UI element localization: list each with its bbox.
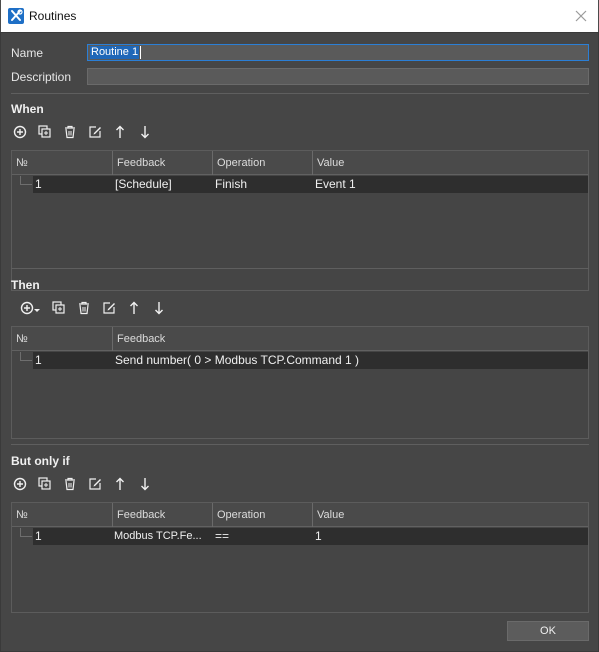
routine-editor: Name Routine 1 Description When № Feedba…	[0, 32, 599, 652]
copy-icon[interactable]	[36, 475, 54, 493]
row-feedback: Send number( 0 > Modbus TCP.Command 1 )	[115, 353, 360, 367]
add-icon[interactable]	[11, 475, 29, 493]
edit-icon[interactable]	[86, 123, 104, 141]
row-number: 1	[35, 177, 42, 191]
when-toolbar	[11, 123, 161, 141]
tree-connector	[20, 352, 32, 361]
edit-icon[interactable]	[86, 475, 104, 493]
but-only-if-grid-header: № Feedback Operation Value	[12, 503, 588, 527]
add-dropdown-icon[interactable]	[19, 299, 43, 317]
column-header-value[interactable]: Value	[313, 151, 588, 175]
column-header-operation[interactable]: Operation	[213, 503, 313, 527]
then-grid-header: № Feedback	[12, 327, 588, 351]
row-value: Event 1	[315, 177, 356, 191]
divider	[11, 93, 589, 94]
row-number: 1	[35, 529, 42, 543]
row-operation: Finish	[215, 177, 248, 191]
text-caret	[140, 46, 141, 59]
then-section-title: Then	[11, 278, 40, 292]
column-header-number[interactable]: №	[12, 327, 113, 351]
column-header-number[interactable]: №	[12, 151, 113, 175]
column-header-operation[interactable]: Operation	[213, 151, 313, 175]
routines-app-icon	[8, 8, 24, 24]
delete-icon[interactable]	[75, 299, 93, 317]
edit-icon[interactable]	[100, 299, 118, 317]
arrow-down-icon[interactable]	[136, 123, 154, 141]
then-grid[interactable]: № Feedback 1 Send number( 0 > Modbus TCP…	[11, 326, 589, 439]
description-field[interactable]	[87, 68, 589, 85]
table-row[interactable]: 1 Modbus TCP.Fe... == 1	[33, 528, 588, 545]
window-title: Routines	[29, 9, 77, 23]
then-toolbar	[19, 299, 169, 317]
row-feedback: [Schedule]	[115, 177, 172, 191]
column-header-value[interactable]: Value	[313, 503, 588, 527]
column-header-feedback[interactable]: Feedback	[113, 503, 213, 527]
arrow-down-icon[interactable]	[150, 299, 168, 317]
tree-connector	[20, 176, 32, 185]
name-label: Name	[11, 46, 44, 60]
arrow-up-icon[interactable]	[111, 475, 129, 493]
divider	[11, 444, 589, 445]
arrow-up-icon[interactable]	[125, 299, 143, 317]
tree-connector	[20, 528, 32, 537]
row-number: 1	[35, 353, 42, 367]
description-label: Description	[11, 70, 72, 84]
ok-button[interactable]: OK	[507, 621, 589, 641]
column-header-feedback[interactable]: Feedback	[113, 151, 213, 175]
when-grid[interactable]: № Feedback Operation Value 1 [Schedule] …	[11, 150, 589, 291]
but-only-if-grid[interactable]: № Feedback Operation Value 1 Modbus TCP.…	[11, 502, 589, 613]
arrow-up-icon[interactable]	[111, 123, 129, 141]
add-icon[interactable]	[11, 123, 29, 141]
when-grid-header: № Feedback Operation Value	[12, 151, 588, 175]
row-feedback: Modbus TCP.Fe...	[114, 530, 202, 542]
but-only-if-section-title: But only if	[11, 454, 70, 468]
when-section-title: When	[11, 102, 44, 116]
column-header-number[interactable]: №	[12, 503, 113, 527]
name-value: Routine 1	[90, 46, 140, 59]
column-header-feedback[interactable]: Feedback	[113, 327, 588, 351]
row-operation: ==	[215, 529, 230, 543]
title-bar: Routines	[0, 0, 599, 32]
arrow-down-icon[interactable]	[136, 475, 154, 493]
copy-icon[interactable]	[36, 123, 54, 141]
table-row[interactable]: 1 Send number( 0 > Modbus TCP.Command 1 …	[33, 352, 588, 369]
delete-icon[interactable]	[61, 123, 79, 141]
divider	[11, 268, 589, 269]
name-field[interactable]: Routine 1	[87, 44, 589, 61]
delete-icon[interactable]	[61, 475, 79, 493]
table-row[interactable]: 1 [Schedule] Finish Event 1	[33, 176, 588, 193]
but-only-if-toolbar	[11, 475, 161, 493]
row-value: 1	[315, 529, 322, 543]
copy-icon[interactable]	[50, 299, 68, 317]
close-icon[interactable]	[572, 7, 590, 25]
